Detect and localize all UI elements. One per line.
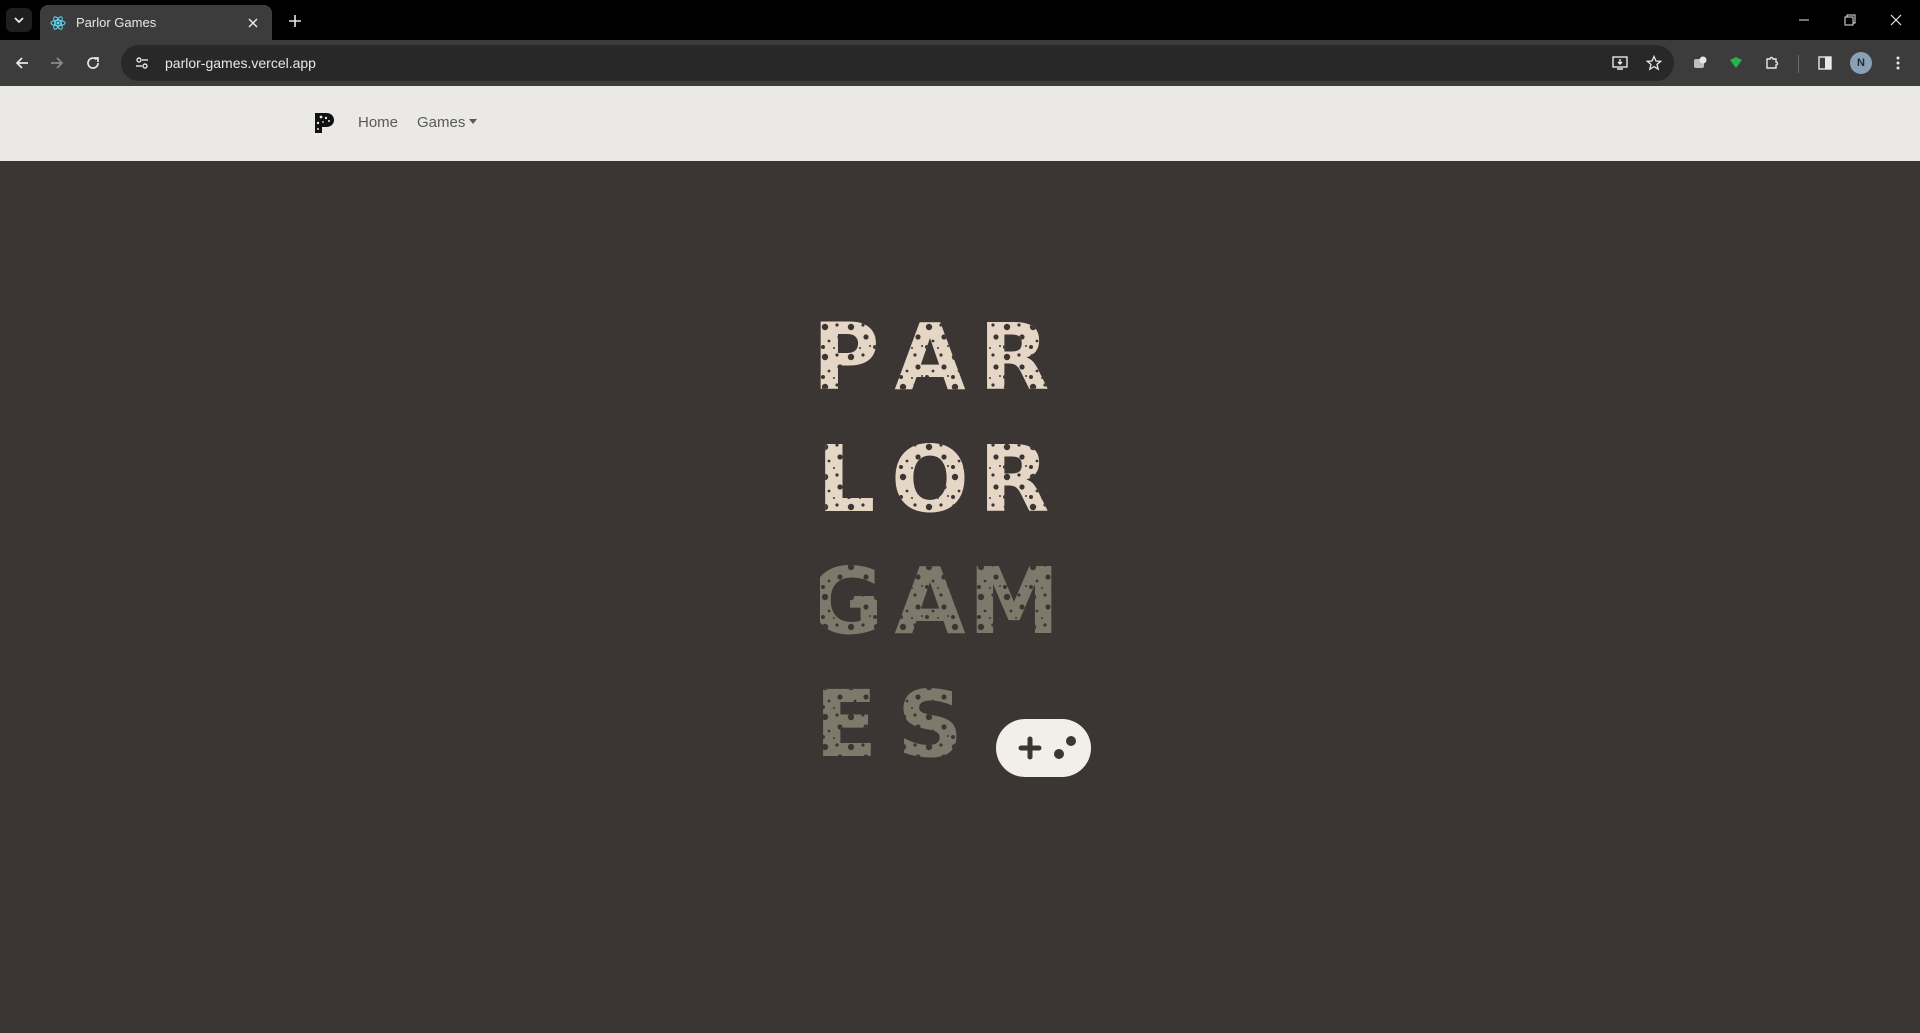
hero-letter-texture: L bbox=[820, 426, 875, 533]
extension-button[interactable] bbox=[1686, 49, 1714, 77]
puzzle-icon bbox=[1766, 56, 1779, 69]
forward-button[interactable] bbox=[43, 49, 71, 77]
url-text[interactable]: parlor-games.vercel.app bbox=[165, 55, 1606, 71]
hero-letter-texture: O bbox=[891, 426, 969, 533]
nav-games-label: Games bbox=[417, 114, 466, 131]
tab-search-button[interactable] bbox=[6, 8, 32, 32]
hero-letter-texture: A bbox=[894, 548, 965, 655]
chevron-down-icon bbox=[14, 17, 24, 24]
close-window-button[interactable] bbox=[1873, 0, 1919, 40]
hero-logo: PP AA RRLL OO RRGG AA MMEE SS bbox=[820, 321, 1091, 778]
new-tab-button[interactable] bbox=[282, 9, 308, 33]
reload-icon bbox=[87, 57, 99, 69]
shield-green-icon bbox=[1730, 57, 1742, 68]
hero-letter-texture: M bbox=[968, 548, 1060, 655]
hero-letter-texture: G bbox=[820, 548, 884, 655]
site-navbar: Home Games bbox=[0, 86, 1920, 161]
close-icon bbox=[1890, 14, 1902, 26]
install-app-button[interactable] bbox=[1606, 49, 1634, 77]
plus-icon bbox=[289, 15, 301, 27]
extensions-menu-button[interactable] bbox=[1758, 49, 1786, 77]
tab-title: Parlor Games bbox=[76, 15, 157, 30]
browser-tab[interactable]: Parlor Games bbox=[40, 5, 272, 40]
tune-icon bbox=[136, 57, 148, 69]
tab-strip: Parlor Games bbox=[0, 0, 1920, 40]
side-panel-button[interactable] bbox=[1811, 49, 1839, 77]
minimize-icon bbox=[1799, 19, 1809, 21]
parlor-games-logo-icon[interactable] bbox=[312, 111, 336, 135]
hero-letter-texture: P bbox=[820, 321, 880, 411]
address-bar[interactable]: parlor-games.vercel.app bbox=[121, 45, 1674, 81]
extension-cookie-icon bbox=[1694, 56, 1707, 68]
back-button[interactable] bbox=[8, 49, 36, 77]
reload-button[interactable] bbox=[79, 49, 107, 77]
hero-letter-texture: R bbox=[979, 426, 1050, 533]
nav-home-link[interactable]: Home bbox=[358, 114, 398, 131]
profile-avatar[interactable]: N bbox=[1850, 52, 1872, 74]
hero-letter-texture: A bbox=[894, 321, 965, 411]
browser-menu-button[interactable] bbox=[1884, 49, 1912, 77]
arrow-left-icon bbox=[15, 57, 28, 69]
caret-down-icon bbox=[469, 119, 478, 124]
main-content: PPAARRLLOORRGGAAMMEESS bbox=[0, 161, 1920, 1033]
side-panel-icon bbox=[1818, 56, 1832, 70]
restore-button[interactable] bbox=[1827, 0, 1873, 40]
kebab-menu-icon bbox=[1896, 56, 1900, 70]
site-info-button[interactable] bbox=[129, 50, 155, 76]
minimize-button[interactable] bbox=[1781, 0, 1827, 40]
toolbar-separator bbox=[1798, 55, 1799, 73]
hero-letter-texture: E bbox=[820, 671, 877, 778]
restore-icon bbox=[1844, 14, 1856, 26]
install-icon bbox=[1612, 56, 1628, 70]
react-icon bbox=[50, 15, 66, 30]
gamepad-icon bbox=[996, 719, 1091, 777]
star-icon bbox=[1646, 55, 1662, 71]
arrow-right-icon bbox=[51, 57, 64, 69]
hero-letter-texture: S bbox=[897, 671, 963, 778]
nav-games-dropdown[interactable]: Games bbox=[417, 114, 478, 131]
close-icon bbox=[248, 17, 258, 28]
vpn-extension-button[interactable] bbox=[1722, 49, 1750, 77]
tab-close-button[interactable] bbox=[244, 14, 262, 32]
bookmark-button[interactable] bbox=[1640, 49, 1668, 77]
hero-letter-texture: R bbox=[979, 321, 1050, 411]
browser-toolbar: parlor-games.vercel.app N bbox=[0, 40, 1920, 86]
